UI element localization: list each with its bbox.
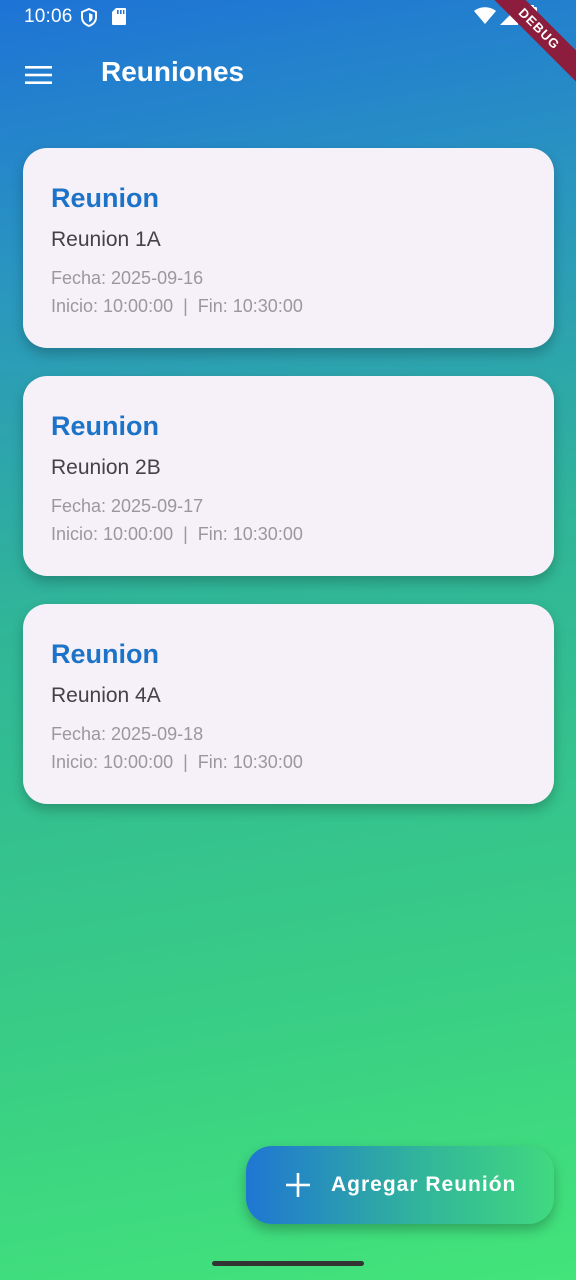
- meeting-list: Reunion Reunion 1A Fecha: 2025-09-16 Ini…: [23, 148, 554, 832]
- meeting-times: Inicio: 10:00:00 | Fin: 10:30:00: [51, 752, 303, 772]
- status-time: 10:06: [24, 6, 73, 27]
- shield-icon: [81, 8, 97, 27]
- add-meeting-button[interactable]: Agregar Reunión: [246, 1146, 554, 1224]
- meeting-type: Reunion: [51, 639, 159, 669]
- meeting-name: Reunion 1A: [51, 228, 161, 251]
- wifi-icon: [474, 7, 496, 24]
- meeting-date: Fecha: 2025-09-16: [51, 268, 204, 288]
- meeting-times: Inicio: 10:00:00 | Fin: 10:30:00: [51, 296, 303, 316]
- meeting-name: Reunion 4A: [51, 684, 161, 707]
- meeting-card[interactable]: Reunion Reunion 2B Fecha: 2025-09-17 Ini…: [23, 376, 554, 576]
- status-bar: 10:06: [0, 0, 576, 34]
- home-indicator[interactable]: [212, 1261, 364, 1266]
- page-title: Reuniones: [101, 56, 245, 87]
- add-meeting-label: Agregar Reunión: [331, 1173, 517, 1196]
- meeting-card[interactable]: Reunion Reunion 4A Fecha: 2025-09-18 Ini…: [23, 604, 554, 804]
- meeting-date: Fecha: 2025-09-18: [51, 724, 204, 744]
- sd-card-icon: [112, 8, 126, 25]
- meeting-date: Fecha: 2025-09-17: [51, 496, 204, 516]
- screen: 10:06 DEBUG Reuniones Reunion Reunion 1A…: [0, 0, 576, 1280]
- menu-button[interactable]: [16, 52, 62, 98]
- meeting-card[interactable]: Reunion Reunion 1A Fecha: 2025-09-16 Ini…: [23, 148, 554, 348]
- meeting-type: Reunion: [51, 411, 159, 441]
- menu-icon: [25, 66, 52, 84]
- plus-icon: [286, 1173, 310, 1197]
- meeting-times: Inicio: 10:00:00 | Fin: 10:30:00: [51, 524, 303, 544]
- meeting-name: Reunion 2B: [51, 456, 161, 479]
- meeting-type: Reunion: [51, 183, 159, 213]
- app-bar: Reuniones: [0, 34, 576, 112]
